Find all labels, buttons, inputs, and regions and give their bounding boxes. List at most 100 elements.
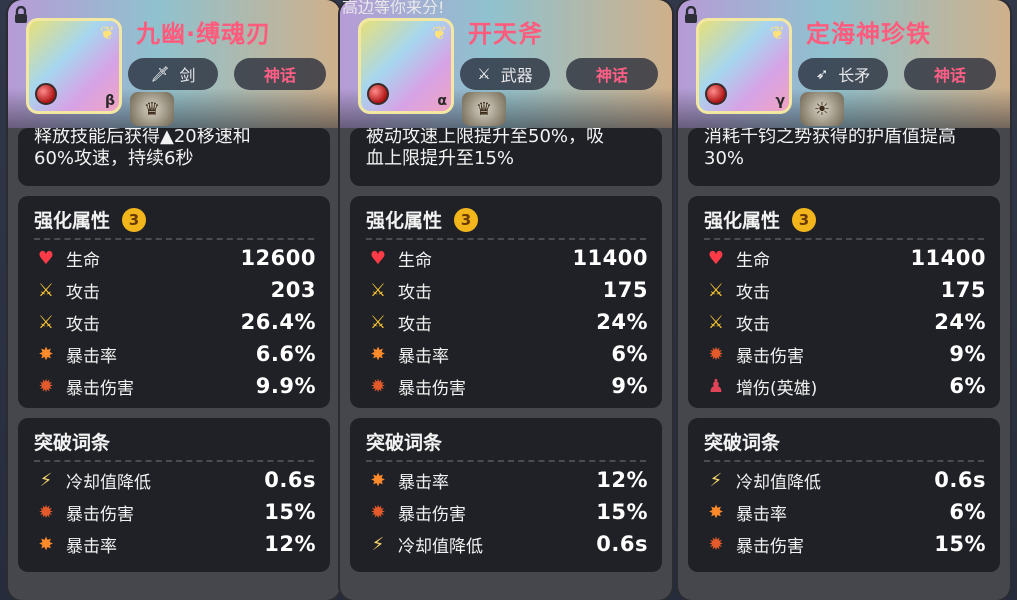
enhance-section: 强化属性 3 ♥ 生命 12600 ⚔ 攻击 203 ⚔ 攻击 26.4% ✸ … [18,196,330,408]
stat-value: 9% [611,374,648,398]
lock-icon[interactable] [12,6,30,24]
sword-icon: ⚔ [369,279,387,301]
crit-damage-icon: ✹ [38,375,54,397]
lock-icon[interactable] [682,6,700,24]
skill-description: 被动攻速上限提升至50%，吸 血上限提升至15% [350,128,662,186]
wing-icon: ❦ [769,23,785,44]
break-row: ⚡ 冷却值降低 0.6s [366,530,648,558]
break-row: ✹ 暴击伤害 15% [704,530,986,558]
sword-icon: ⚔ [37,311,55,333]
stat-row: ♥ 生命 11400 [704,244,986,272]
weapon-icon[interactable]: ❦ β [26,18,122,114]
stat-row: ✸ 暴击率 6.6% [34,340,316,368]
heart-icon: ♥ [707,247,725,269]
divider [34,460,314,462]
crit-rate-icon: ✸ [708,501,724,523]
gem-icon [705,83,727,105]
stat-value: 203 [270,278,316,302]
stat-value: 11400 [572,246,648,270]
divider [34,238,314,240]
desc-line-2: 30% [704,148,745,169]
divider [704,238,984,240]
desc-line-2: 60%攻速，持续6秒 [34,148,194,169]
enhance-title: 强化属性 [34,210,111,232]
break-row: ✸ 暴击率 6% [704,498,986,526]
enhance-title: 强化属性 [704,210,781,232]
desc-line-1: 消耗千钧之势获得的护盾值提高 [704,128,956,147]
crit-rate-icon: ✸ [370,469,386,491]
break-row: ✸ 暴击率 12% [366,466,648,494]
greek-letter: γ [775,93,785,109]
stat-label: 暴击率 [398,472,449,493]
sword-icon: 🗡 [150,65,170,83]
stat-value: 9% [949,342,986,366]
cooldown-icon: ⚡ [709,469,723,491]
weapon-card-1[interactable]: ❦ β 九幽·缚魂刃 🗡 剑 神话 ♛ 释放技能后获得▲20移速和 60%攻速，… [8,0,340,600]
stat-row: ⚔ 攻击 175 [366,276,648,304]
stat-label: 暴击伤害 [736,536,804,557]
stat-value: 175 [940,278,986,302]
stat-label: 暴击伤害 [66,378,134,399]
stat-value: 9.9% [255,374,316,398]
sword-icon: ⚔ [369,311,387,333]
stat-row: ✸ 暴击率 6% [366,340,648,368]
stat-label: 暴击率 [66,346,117,367]
stat-label: 攻击 [66,314,100,335]
weapon-icon[interactable]: ❦ α [358,18,454,114]
enhance-title: 强化属性 [366,210,443,232]
stat-value: 6.6% [255,342,316,366]
desc-line-2: 血上限提升至15% [366,148,515,169]
weapon-card-2[interactable]: ❦ α 开天斧 ⚔ 武器 神话 ♛ 被动攻速上限提升至50%，吸 血上限提升至1… [340,0,672,600]
stat-label: 冷却值降低 [736,472,821,493]
crit-damage-icon: ✹ [708,343,724,365]
heart-icon: ♥ [369,247,387,269]
stat-label: 冷却值降低 [398,536,483,557]
stat-value: 12% [264,532,316,556]
weapon-title: 定海神珍铁 [806,20,931,48]
hero-damage-icon: ♟ [707,375,725,397]
breakthrough-title: 突破词条 [366,432,443,454]
stat-value: 11400 [910,246,986,270]
stat-label: 暴击伤害 [398,378,466,399]
stat-value: 6% [949,500,986,524]
stat-value: 6% [611,342,648,366]
stat-label: 暴击率 [736,504,787,525]
crossed-swords-icon: ⚔ [477,65,491,83]
enhance-section: 强化属性 3 ♥ 生命 11400 ⚔ 攻击 175 ⚔ 攻击 24% ✹ 暴击… [688,196,1000,408]
weapon-type-pill: 🗡 剑 [128,58,218,90]
weapon-card-3[interactable]: ❦ γ 定海神珍铁 ➶ 长矛 神话 ☀ 消耗千钧之势获得的护盾值提高 30% 强… [678,0,1010,600]
weapon-type-label: 长矛 [838,66,871,85]
greek-letter: α [437,93,447,109]
stat-value: 0.6s [596,532,648,556]
weapon-type-label: 剑 [179,66,196,85]
skill-description: 释放技能后获得▲20移速和 60%攻速，持续6秒 [18,128,330,186]
desc-line-1: 被动攻速上限提升至50%，吸 [366,128,605,147]
breakthrough-section: 突破词条 ✸ 暴击率 12% ✹ 暴击伤害 15% ⚡ 冷却值降低 0.6s [350,418,662,572]
stat-label: 生命 [736,250,770,271]
stat-label: 增伤(英雄) [736,378,818,399]
weapon-icon[interactable]: ❦ γ [696,18,792,114]
stat-row: ⚔ 攻击 203 [34,276,316,304]
rarity-pill: 神话 [234,58,326,90]
wing-icon: ❦ [431,23,447,44]
stat-label: 暴击伤害 [736,346,804,367]
stat-value: 175 [602,278,648,302]
cooldown-icon: ⚡ [371,533,385,555]
stat-row: ✹ 暴击伤害 9% [704,340,986,368]
stat-value: 24% [596,310,648,334]
stat-label: 生命 [398,250,432,271]
sword-icon: ⚔ [707,311,725,333]
stat-value: 0.6s [934,468,986,492]
greek-letter: β [104,93,115,109]
rarity-pill: 神话 [904,58,996,90]
enhance-section: 强化属性 3 ♥ 生命 11400 ⚔ 攻击 175 ⚔ 攻击 24% ✸ 暴击… [350,196,662,408]
rarity-pill: 神话 [566,58,658,90]
stat-value: 15% [934,532,986,556]
divider [366,238,646,240]
desc-line-1: 释放技能后获得▲20移速和 [34,128,251,147]
sword-icon: ⚔ [707,279,725,301]
heart-icon: ♥ [37,247,55,269]
stat-value: 0.6s [264,468,316,492]
breakthrough-title: 突破词条 [34,432,111,454]
stat-label: 暴击伤害 [66,504,134,525]
